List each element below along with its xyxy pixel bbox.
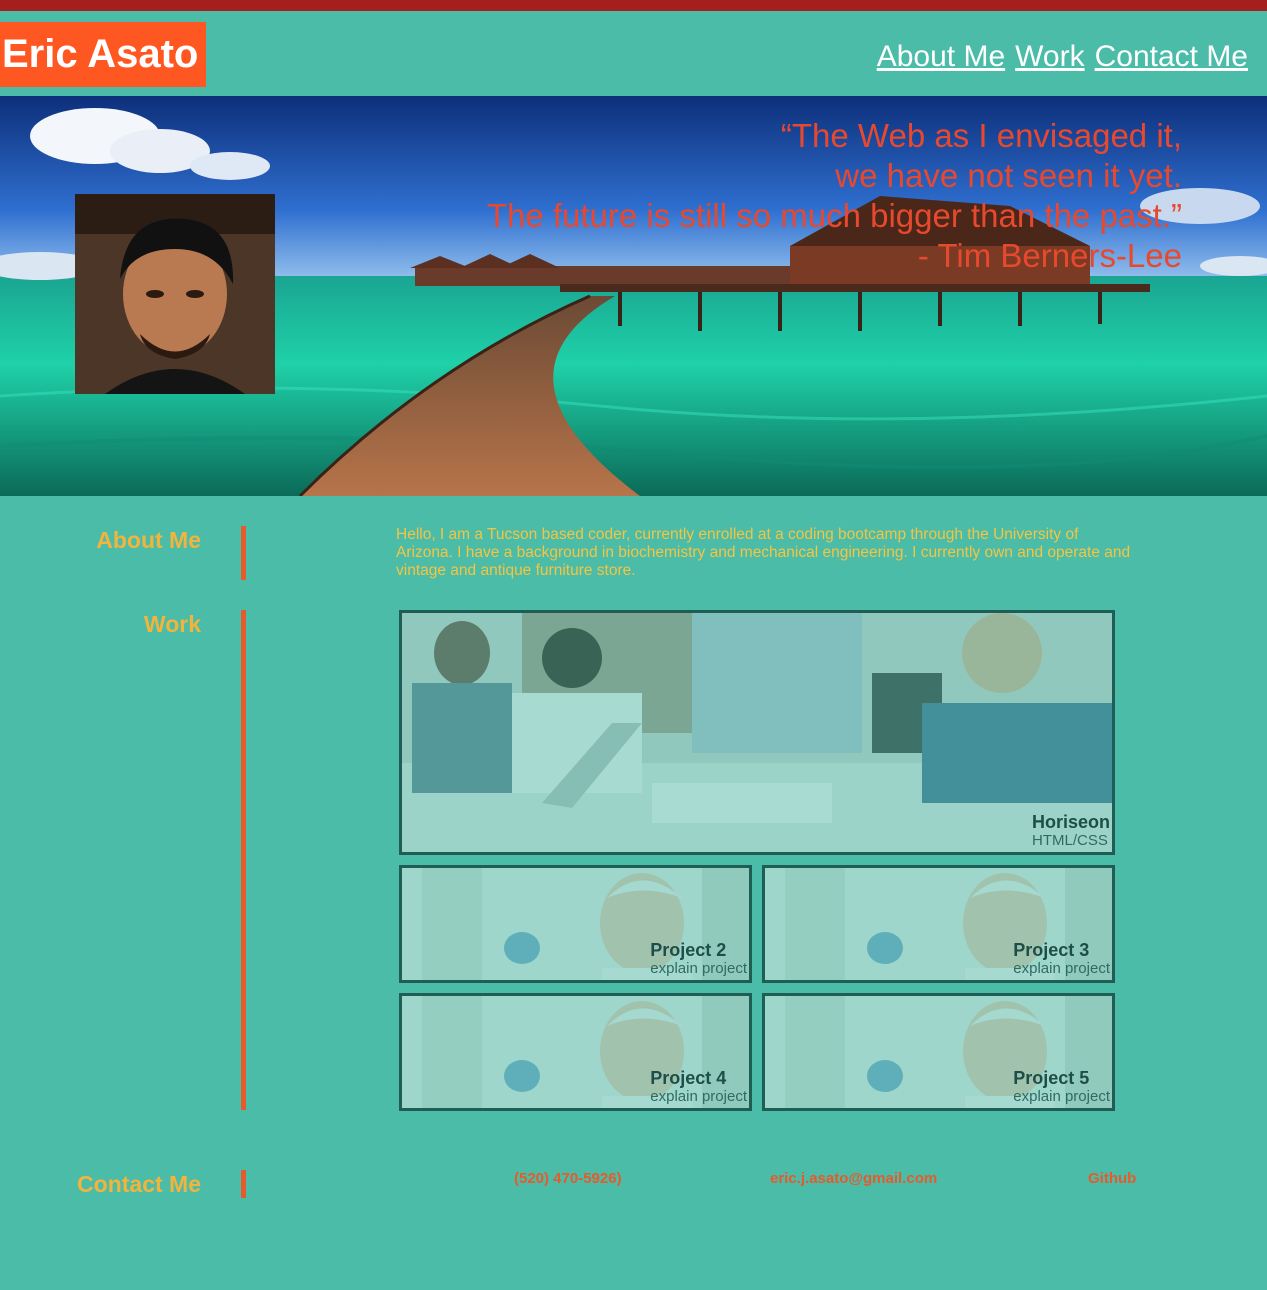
project-subtitle: HTML/CSS xyxy=(1031,832,1108,849)
project-card-3[interactable]: Project 3 explain project xyxy=(762,865,1115,983)
contact-email-link[interactable]: eric.j.asato@gmail.com xyxy=(770,1170,937,1187)
main-nav: About Me Work Contact Me xyxy=(877,40,1248,74)
nav-link-work[interactable]: Work xyxy=(1015,40,1084,74)
contact-github-link[interactable]: Github xyxy=(1088,1170,1136,1187)
about-text: Hello, I am a Tucson based coder, curren… xyxy=(396,526,1131,579)
project-title: Project 5 xyxy=(1013,1068,1090,1088)
contact-divider xyxy=(241,1170,246,1198)
contact-heading: Contact Me xyxy=(77,1171,201,1197)
card-caption: Project 4 explain project xyxy=(650,1068,747,1106)
quote-attribution: - Tim Berners-Lee xyxy=(917,237,1182,274)
project-title: Project 2 xyxy=(650,940,727,960)
nav-link-about[interactable]: About Me xyxy=(877,40,1005,74)
card-caption: Project 5 explain project xyxy=(1013,1068,1110,1106)
quote-line: “The Web as I envisaged it, xyxy=(780,117,1182,154)
project-title: Horiseon xyxy=(1031,812,1110,832)
quote-line: The future is still so much bigger than … xyxy=(486,197,1182,234)
card-caption: Horiseon HTML/CSS xyxy=(1032,812,1110,850)
work-heading: Work xyxy=(143,611,201,637)
work-divider xyxy=(241,610,246,1110)
about-divider xyxy=(241,526,246,580)
project-subtitle: explain project xyxy=(1013,960,1110,977)
hero-banner: “The Web as I envisaged it, we have not … xyxy=(0,96,1267,496)
quote-line: we have not seen it yet. xyxy=(835,157,1182,194)
card-overlay xyxy=(402,613,1112,852)
project-card-2[interactable]: Project 2 explain project xyxy=(399,865,752,983)
project-subtitle: explain project xyxy=(1013,1088,1110,1105)
contact-phone[interactable]: (520) 470-5926) xyxy=(514,1170,622,1187)
card-caption: Project 2 explain project xyxy=(650,940,747,978)
project-subtitle: explain project xyxy=(650,1088,747,1105)
project-title: Project 4 xyxy=(650,1068,727,1088)
project-card-featured[interactable]: Horiseon HTML/CSS xyxy=(399,610,1115,855)
top-bar xyxy=(0,0,1267,11)
site-brand[interactable]: Eric Asato xyxy=(0,22,206,87)
project-title: Project 3 xyxy=(1013,940,1090,960)
project-card-5[interactable]: Project 5 explain project xyxy=(762,993,1115,1111)
about-heading: About Me xyxy=(96,527,201,553)
hero-quote: “The Web as I envisaged it, we have not … xyxy=(487,116,1182,276)
nav-link-contact[interactable]: Contact Me xyxy=(1095,40,1248,74)
project-card-4[interactable]: Project 4 explain project xyxy=(399,993,752,1111)
profile-photo xyxy=(75,194,275,394)
card-caption: Project 3 explain project xyxy=(1013,940,1110,978)
project-subtitle: explain project xyxy=(650,960,747,977)
